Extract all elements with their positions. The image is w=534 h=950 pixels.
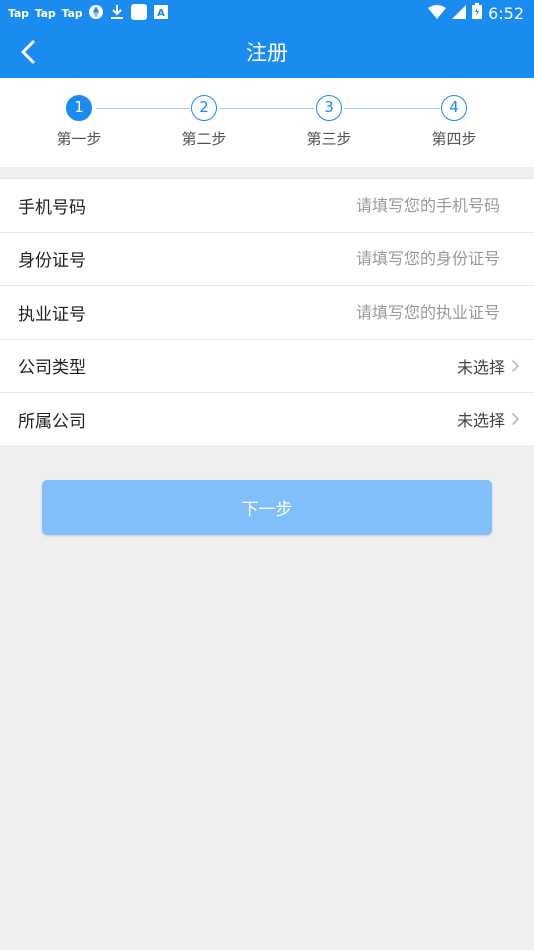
download-icon <box>110 4 124 23</box>
step-1-circle: 1 <box>66 95 92 121</box>
status-time: 6:52 <box>488 3 524 23</box>
phone-row: 手机号码 <box>0 179 534 233</box>
company-type-label: 公司类型 <box>18 358 86 379</box>
tap-notification-3: Tap <box>61 6 83 20</box>
phone-label: 手机号码 <box>18 197 86 218</box>
chevron-right-icon <box>511 359 520 372</box>
signal-icon <box>452 4 467 23</box>
step-4: 4 第四步 <box>414 95 494 149</box>
company-select[interactable]: 未选择 <box>457 407 520 431</box>
registration-stepper: 1 第一步 2 第二步 3 第三步 4 第四步 <box>0 78 534 167</box>
status-bar-notifications: Tap Tap Tap A <box>8 3 169 24</box>
title-bar: 注册 <box>0 26 534 78</box>
company-type-row[interactable]: 公司类型 未选择 <box>0 339 534 393</box>
square-icon <box>130 3 148 24</box>
license-input[interactable] <box>260 302 520 322</box>
id-number-row: 身份证号 <box>0 232 534 286</box>
tap-notification-1: Tap <box>8 6 29 20</box>
step-3-circle: 3 <box>316 95 342 121</box>
company-value: 未选择 <box>456 411 505 431</box>
battery-icon <box>472 3 483 23</box>
status-bar-system: 6:52 <box>428 3 524 23</box>
company-type-select[interactable]: 未选择 <box>457 354 520 378</box>
page-title: 注册 <box>246 41 288 65</box>
chevron-left-icon <box>21 40 35 64</box>
tap-notification-2: Tap <box>34 6 56 20</box>
step-1: 1 第一步 <box>39 95 119 149</box>
step-2-label: 第二步 <box>181 130 227 148</box>
step-4-label: 第四步 <box>431 130 477 148</box>
step-1-label: 第一步 <box>56 130 102 148</box>
license-label: 执业证号 <box>18 304 86 325</box>
step-4-circle: 4 <box>441 95 467 121</box>
id-number-input[interactable] <box>260 249 520 269</box>
company-label: 所属公司 <box>18 411 86 432</box>
wifi-icon <box>428 4 447 23</box>
phone-input[interactable] <box>260 195 520 215</box>
chevron-right-icon <box>511 413 520 426</box>
company-type-value: 未选择 <box>456 357 505 377</box>
step-2-circle: 2 <box>191 95 217 121</box>
license-row: 执业证号 <box>0 286 534 340</box>
step-3-label: 第三步 <box>306 130 352 148</box>
step-2: 2 第二步 <box>164 95 244 149</box>
company-row[interactable]: 所属公司 未选择 <box>0 393 534 447</box>
registration-form: 手机号码 身份证号 执业证号 公司类型 未选择 所属公司 未选择 <box>0 178 534 447</box>
status-bar: Tap Tap Tap A 6:52 <box>0 0 534 26</box>
back-button[interactable] <box>14 38 42 66</box>
step-3: 3 第三步 <box>289 95 369 149</box>
aperture-icon <box>88 4 104 23</box>
a-box-icon: A <box>154 4 169 22</box>
id-number-label: 身份证号 <box>18 251 86 272</box>
svg-text:A: A <box>158 8 166 19</box>
next-step-button[interactable]: 下一步 <box>42 479 492 535</box>
